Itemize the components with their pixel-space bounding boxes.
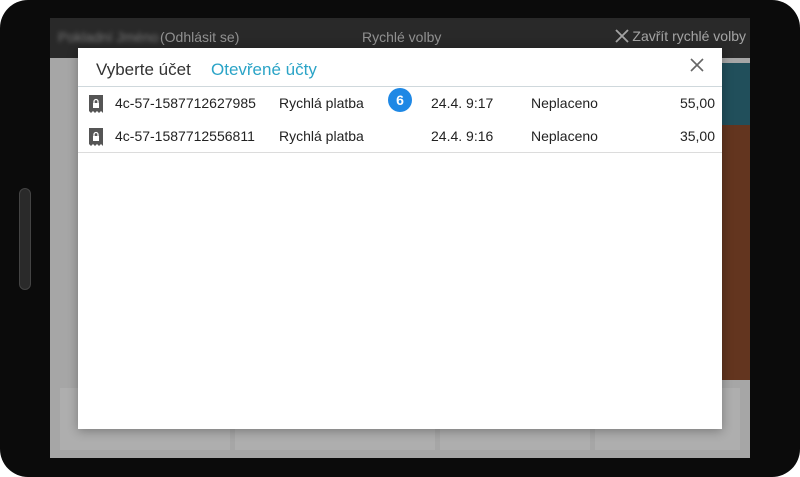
account-date: 24.4. 9:16 <box>431 128 494 144</box>
step-badge: 6 <box>388 88 412 112</box>
account-id: 4c-57-1587712627985 <box>115 95 256 111</box>
account-id: 4c-57-1587712556811 <box>115 128 255 144</box>
account-type: Rychlá platba <box>279 128 364 144</box>
open-accounts-tab[interactable]: Otevřené účty <box>211 60 317 80</box>
modal-title: Vyberte účet <box>96 60 191 79</box>
locked-receipt-icon <box>89 95 103 113</box>
app-screen: Pokladní Jméno (Odhlásit se) Rychlé volb… <box>50 18 750 458</box>
close-icon[interactable] <box>686 54 708 76</box>
account-row[interactable]: 4c-57-1587712556811 Rychlá platba 24.4. … <box>78 120 722 153</box>
account-status: Neplaceno <box>531 128 598 144</box>
modal-header: Vyberte účet Otevřené účty <box>78 48 722 87</box>
account-status: Neplaceno <box>531 95 598 111</box>
tablet-frame: Pokladní Jméno (Odhlásit se) Rychlé volb… <box>0 0 800 477</box>
locked-receipt-icon <box>89 128 103 146</box>
select-account-modal: Vyberte účet Otevřené účty 4c-57-1587712… <box>78 48 722 429</box>
account-amount: 55,00 <box>679 95 715 111</box>
account-type: Rychlá platba <box>279 95 364 111</box>
account-amount: 35,00 <box>679 128 715 144</box>
side-button <box>19 188 31 290</box>
account-date: 24.4. 9:17 <box>431 95 494 111</box>
row-divider <box>78 152 722 153</box>
